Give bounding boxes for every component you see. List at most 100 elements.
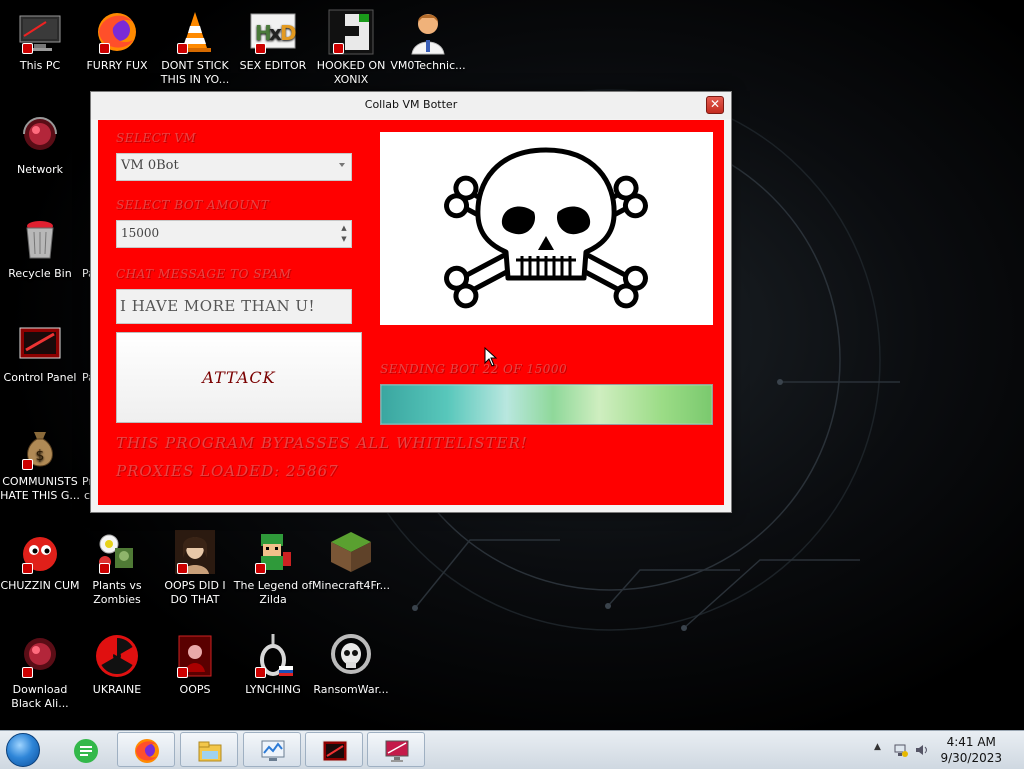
stepper-up-icon[interactable]: ▲ [339, 223, 349, 234]
select-vm-label: SELECT VM [116, 131, 197, 145]
bypass-text: THIS PROGRAM BYPASSES ALL WHITELISTER! [116, 434, 528, 452]
bot-amount-value: 15000 [121, 226, 160, 240]
desktop-icon-lynching[interactable]: LYNCHING [233, 632, 313, 697]
proxies-text: PROXIES LOADED: 25867 [116, 462, 339, 480]
desktop-icon-download-black[interactable]: Download Black Ali... [0, 632, 80, 711]
taskbar: ▲ 4:41 AM 9/30/2023 [0, 730, 1024, 769]
stepper-down-icon[interactable]: ▼ [339, 234, 349, 245]
taskbar-display[interactable] [367, 732, 425, 767]
close-button[interactable]: ✕ [706, 96, 724, 114]
desktop-icon-label: CHUZZIN CUM [0, 579, 80, 592]
desktop-icon-this-pc[interactable]: This PC [0, 8, 80, 73]
volume-icon[interactable] [914, 743, 928, 757]
doctor-avatar-icon [411, 14, 445, 55]
svg-text:D: D [280, 21, 297, 45]
taskbar-firefox[interactable] [117, 732, 175, 767]
shortcut-arrow-icon [99, 563, 110, 574]
desktop-icon-ukraine[interactable]: UKRAINE [77, 632, 157, 697]
shortcut-arrow-icon [22, 459, 33, 470]
chevron-down-icon [339, 163, 345, 167]
desktop-icon-label: Network [17, 163, 63, 176]
desktop-icon-label: OOPS DID I DO THAT [164, 579, 226, 606]
chat-message-input[interactable]: I HAVE MORE THAN U! [116, 289, 352, 324]
desktop-icon-oops-did-i[interactable]: OOPS DID I DO THAT [155, 528, 235, 607]
taskbar-file-explorer[interactable] [180, 732, 238, 767]
display-icon [385, 740, 409, 762]
bot-progress-bar [380, 384, 713, 425]
desktop-icon-sex-editor[interactable]: HxD SEX EDITOR [233, 8, 313, 73]
desktop-icon-label: DONT STICK THIS IN YO... [160, 59, 230, 86]
start-orb-icon[interactable] [6, 733, 40, 767]
close-icon: ✕ [709, 97, 721, 111]
stepper-arrows[interactable]: ▲ ▼ [339, 223, 349, 247]
recycle-bin-icon [26, 221, 54, 259]
shortcut-arrow-icon [177, 563, 188, 574]
chat-message-value: I HAVE MORE THAN U! [120, 297, 316, 315]
desktop-icon-oops[interactable]: OOPS [155, 632, 235, 697]
window-title: Collab VM Botter [364, 98, 458, 111]
desktop-icon-label: Plants vs Zombies [92, 579, 142, 606]
sticky-notes-icon [74, 739, 98, 763]
skull-crossbones-icon [444, 147, 648, 309]
progress-fill [381, 385, 712, 424]
shortcut-arrow-icon [255, 43, 266, 54]
clock-time: 4:41 AM [946, 735, 996, 749]
shortcut-arrow-icon [177, 667, 188, 678]
desktop-icon-communists[interactable]: $ COMMUNISTS HATE THIS G... [0, 424, 80, 503]
shortcut-arrow-icon [255, 563, 266, 574]
desktop-icon-label: This PC [19, 59, 61, 72]
clock-date: 9/30/2023 [940, 751, 1002, 765]
taskbar-task-manager[interactable] [243, 732, 301, 767]
network-icon [23, 117, 57, 150]
desktop-icon-plants-vs-zombies[interactable]: Plants vs Zombies [77, 528, 157, 607]
desktop-icon-label: Control Panel [3, 371, 77, 384]
desktop-icon-label: RansomWar... [313, 683, 389, 696]
shortcut-arrow-icon [22, 563, 33, 574]
desktop-icon-hooked-on-xonix[interactable]: HOOKED ON XONIX [311, 8, 391, 87]
mouse-cursor-icon [484, 347, 498, 367]
sending-status-text: SENDING BOT 22 OF 15000 [380, 362, 568, 376]
desktop-icon-dont-stick[interactable]: DONT STICK THIS IN YO... [155, 8, 235, 87]
radiation-icon [96, 635, 138, 677]
desktop-icon-furry-fux[interactable]: FURRY FUX [77, 8, 157, 73]
shortcut-arrow-icon [255, 667, 266, 678]
firefox-icon [135, 739, 159, 763]
desktop-icon-label: COMMUNISTS HATE THIS G... [0, 475, 80, 502]
attack-button[interactable]: ATTACK [116, 332, 362, 423]
desktop-icon-label: OOPS [179, 683, 211, 696]
skull-picture [380, 132, 713, 325]
ransomware-skull-icon [331, 634, 371, 674]
taskbar-clock[interactable]: 4:41 AM 9/30/2023 [940, 734, 1002, 766]
control-panel-icon [322, 740, 348, 762]
desktop-icon-label: Minecraft4Fr... [311, 579, 391, 592]
desktop-icon-label: VM0Technic... [390, 59, 466, 72]
desktop-icon-vm0technic[interactable]: VM0Technic... [388, 8, 468, 73]
desktop-icon-ransomware[interactable]: RansomWar... [311, 632, 391, 697]
shortcut-arrow-icon [177, 43, 188, 54]
minecraft-icon [331, 532, 371, 572]
desktop-icon-label: Recycle Bin [8, 267, 72, 280]
desktop-icon-chuzzin[interactable]: CHUZZIN CUM [0, 528, 80, 593]
desktop-icon-network[interactable]: Network [0, 112, 80, 177]
network-status-icon[interactable] [894, 743, 908, 757]
taskbar-sticky-notes[interactable] [56, 732, 114, 767]
desktop-icon-label: FURRY FUX [86, 59, 148, 72]
task-manager-icon [261, 740, 285, 761]
vm-dropdown[interactable]: VM 0Bot [116, 153, 352, 181]
system-tray: ▲ 4:41 AM 9/30/2023 [864, 731, 1024, 769]
window-titlebar[interactable]: Collab VM Botter ✕ [91, 92, 731, 119]
tray-expand-icon[interactable]: ▲ [874, 742, 881, 752]
desktop-icon-label: HOOKED ON XONIX [316, 59, 386, 86]
bot-amount-label: SELECT BOT AMOUNT [116, 198, 270, 212]
window-client-area: SELECT VM VM 0Bot SELECT BOT AMOUNT 1500… [98, 120, 724, 505]
collab-vm-botter-window: Collab VM Botter ✕ SELECT VM VM 0Bot SEL… [90, 91, 732, 513]
bot-amount-stepper[interactable]: 15000 ▲ ▼ [116, 220, 352, 248]
desktop-icon-legend-of-zilda[interactable]: The Legend of Zilda [233, 528, 313, 607]
desktop-icon-minecraft[interactable]: Minecraft4Fr... [311, 528, 391, 593]
desktop-icon-recycle-bin[interactable]: Recycle Bin [0, 216, 80, 281]
desktop-icon-label: UKRAINE [92, 683, 142, 696]
desktop-icon-control-panel[interactable]: Control Panel [0, 320, 80, 385]
taskbar-control-panel[interactable] [305, 732, 363, 767]
desktop-icon-label: Download Black Ali... [11, 683, 69, 710]
svg-text:$: $ [36, 448, 45, 464]
